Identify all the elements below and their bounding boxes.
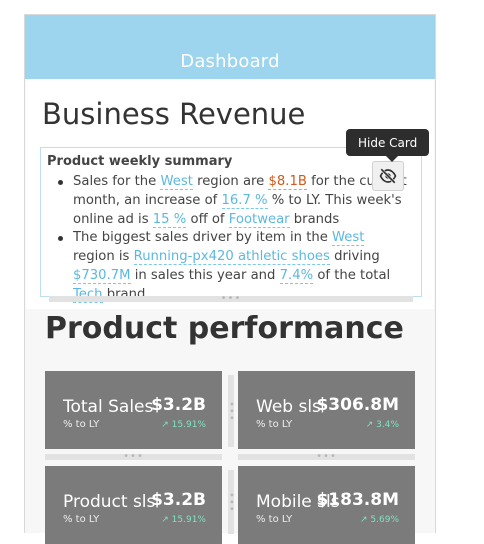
total-pct-link[interactable]: 7.4%: [279, 267, 314, 284]
kpi-row-resize-handle[interactable]: •••: [45, 452, 222, 462]
performance-title: Product performance: [45, 311, 404, 346]
kpi-sub-label: % to LY: [63, 514, 100, 525]
bullet-text: Sales for the: [73, 174, 161, 189]
bullet-text: region are: [192, 174, 269, 189]
bullet-text: off of: [186, 211, 229, 227]
kpi-label: Total Sales: [63, 397, 154, 417]
kpi-column-resize-handle[interactable]: •••: [226, 375, 237, 447]
hide-card-button[interactable]: [372, 161, 404, 191]
kpi-card-mobile-sales[interactable]: Mobile sls $183.8M % to LY ↗ 5.69%: [238, 466, 415, 544]
bullet-text: of the total: [313, 267, 391, 283]
kpi-change: ↗ 15.91%: [161, 515, 206, 525]
kpi-sub-label: % to LY: [63, 419, 100, 430]
kpi-change-value: 3.4%: [376, 420, 399, 430]
kpi-row-resize-handle[interactable]: •••: [238, 452, 415, 462]
region-link[interactable]: West: [332, 230, 365, 247]
kpi-column-resize-handle[interactable]: •••: [226, 470, 237, 534]
category-link[interactable]: Footwear: [228, 211, 290, 228]
trend-up-icon: ↗: [161, 420, 172, 430]
kpi-value: $183.8M: [316, 490, 399, 510]
bullet-text: brands: [289, 211, 340, 227]
business-revenue-card: Business Revenue Product weekly summary …: [26, 79, 434, 309]
summary-title: Product weekly summary: [47, 154, 233, 169]
trend-up-icon: ↗: [161, 515, 172, 525]
dashboard-title: Dashboard: [180, 51, 280, 72]
eye-off-icon: [379, 168, 397, 184]
revenue-card-title: Business Revenue: [42, 97, 306, 131]
kpi-card-product-sales[interactable]: Product sls $3.2B % to LY ↗ 15.91%: [45, 466, 222, 544]
item-link[interactable]: Running-px420 athletic shoes: [133, 249, 330, 266]
dashboard-header: Dashboard: [25, 15, 435, 79]
kpi-card-total-sales[interactable]: Total Sales $3.2B % to LY ↗ 15.91%: [45, 371, 222, 449]
kpi-change-value: 15.91%: [171, 515, 206, 525]
item-amount-link[interactable]: $730.7M: [73, 267, 131, 284]
kpi-label: Web sls: [256, 397, 321, 417]
kpi-value: $3.2B: [151, 490, 206, 510]
sales-amount-link[interactable]: $8.1B: [268, 174, 307, 190]
increase-pct-link[interactable]: 16.7 %: [221, 192, 268, 209]
trend-up-icon: ↗: [360, 515, 371, 525]
kpi-card-web-sales[interactable]: Web sls $306.8M % to LY ↗ 3.4%: [238, 371, 415, 449]
kpi-value: $3.2B: [151, 395, 206, 415]
ad-pct-link[interactable]: 15 %: [152, 211, 187, 228]
dashboard-frame: Dashboard Business Revenue Product weekl…: [24, 14, 436, 544]
region-link[interactable]: West: [160, 174, 193, 190]
bullet-text: in sales this year and: [130, 267, 280, 283]
bullet-text: region is: [73, 249, 134, 265]
kpi-change: ↗ 5.69%: [360, 515, 399, 525]
kpi-value: $306.8M: [316, 395, 399, 415]
hide-card-tooltip: Hide Card: [346, 129, 430, 162]
summary-bullet-1: Sales for the West region are $8.1B for …: [49, 173, 409, 229]
kpi-sub-label: % to LY: [256, 419, 293, 430]
kpi-change-value: 5.69%: [370, 515, 399, 525]
trend-up-icon: ↗: [365, 420, 377, 430]
weekly-summary-box: Product weekly summary Sales for the Wes…: [40, 147, 422, 303]
kpi-sub-label: % to LY: [256, 514, 293, 525]
kpi-change: ↗ 15.91%: [161, 420, 206, 430]
bullet-text: driving: [329, 249, 380, 265]
kpi-change-value: 15.91%: [171, 420, 206, 430]
summary-bullets: Sales for the West region are $8.1B for …: [49, 173, 409, 305]
kpi-change: ↗ 3.4%: [366, 420, 399, 430]
card-resize-handle[interactable]: •••: [49, 294, 413, 304]
bullet-text: The biggest sales driver by item in the: [73, 230, 333, 246]
kpi-label: Product sls: [63, 492, 156, 512]
